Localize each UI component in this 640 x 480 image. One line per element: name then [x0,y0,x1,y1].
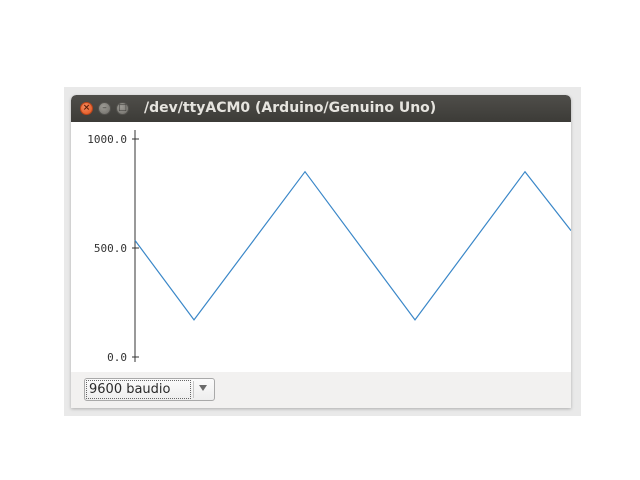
serial-plotter-window: × – □ /dev/ttyACM0 (Arduino/Genuino Uno)… [71,95,571,408]
close-icon[interactable]: × [80,102,93,115]
baud-rate-value: 9600 baudio [89,382,171,397]
plot-area: 1000.0 500.0 0.0 [71,122,571,372]
minimize-icon[interactable]: – [98,102,111,115]
y-tick-label: 0.0 [107,351,127,364]
baud-rate-select[interactable]: 9600 baudio [84,378,215,401]
window-title: /dev/ttyACM0 (Arduino/Genuino Uno) [144,100,437,116]
serial-plot-chart: 1000.0 500.0 0.0 [87,130,571,364]
bottom-toolbar: 9600 baudio [71,372,571,408]
y-axis-ticks: 1000.0 500.0 0.0 [87,133,139,364]
select-divider [193,381,194,398]
maximize-icon[interactable]: □ [116,102,129,115]
series-group [134,170,571,321]
y-tick-label: 500.0 [94,242,127,255]
series-line [134,170,571,321]
chevron-down-icon[interactable] [199,385,207,391]
y-tick-label: 1000.0 [87,133,127,146]
titlebar[interactable]: × – □ /dev/ttyACM0 (Arduino/Genuino Uno) [71,95,571,122]
